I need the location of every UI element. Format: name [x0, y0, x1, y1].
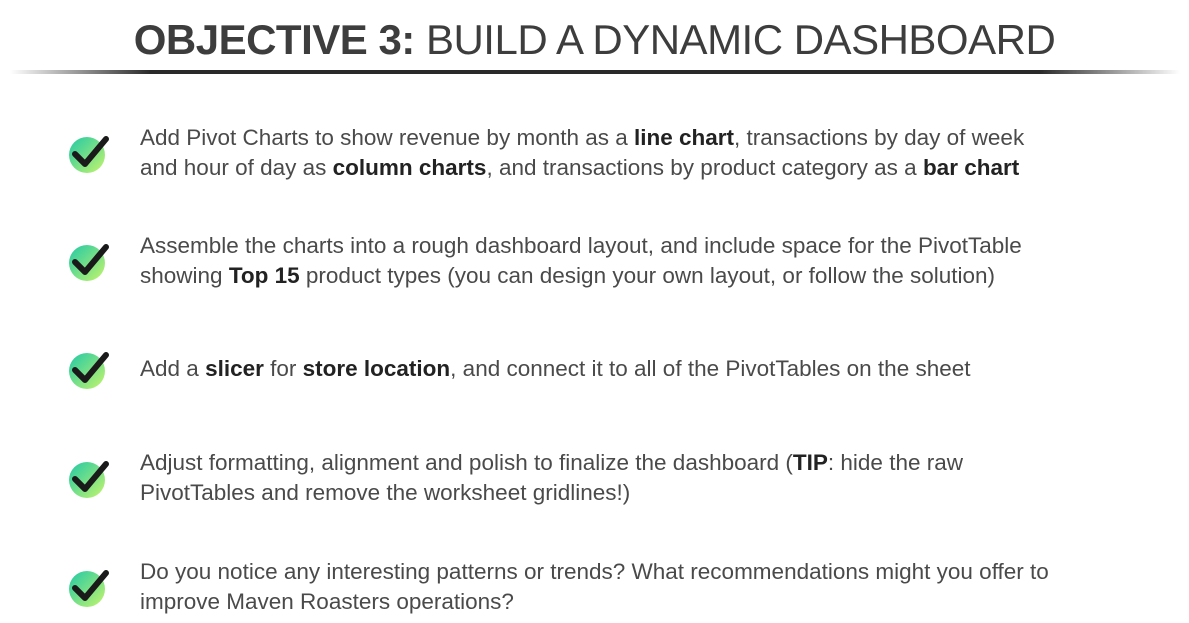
title-divider: [10, 70, 1180, 74]
text-run: Add Pivot Charts to show revenue by mont…: [140, 125, 635, 150]
check-icon: [69, 570, 109, 607]
emphasis-text: bar chart: [922, 155, 1020, 180]
title-text: BUILD A DYNAMIC DASHBOARD: [414, 16, 1056, 63]
objective-item-4: Adjust formatting, alignment and polish …: [66, 448, 1176, 508]
text-run: PivotTables and remove the worksheet gri…: [140, 480, 631, 505]
emphasis-text: TIP: [792, 450, 828, 475]
text-run: Adjust formatting, alignment and polish …: [140, 450, 793, 475]
objective-text: Add a slicer for store location, and con…: [140, 354, 971, 384]
objective-item-1: Add Pivot Charts to show revenue by mont…: [66, 123, 1176, 183]
text-run: Add a: [140, 356, 206, 381]
check-icon: [69, 244, 109, 281]
text-run: improve Maven Roasters operations?: [140, 589, 514, 614]
text-run: for: [263, 356, 303, 381]
text-run: Assemble the charts into a rough dashboa…: [140, 233, 1022, 258]
page-title: OBJECTIVE 3: BUILD A DYNAMIC DASHBOARD: [0, 14, 1189, 66]
title-objective-number: OBJECTIVE 3:: [133, 16, 416, 63]
objective-item-5: Do you notice any interesting patterns o…: [66, 557, 1176, 617]
text-run: showing: [140, 263, 229, 288]
text-run: , and connect it to all of the PivotTabl…: [450, 356, 971, 381]
check-icon: [69, 461, 109, 498]
text-run: , and transactions by product category a…: [486, 155, 923, 180]
emphasis-text: line chart: [634, 125, 735, 150]
text-run: and hour of day as: [140, 155, 333, 180]
emphasis-text: Top 15: [228, 263, 300, 288]
objective-text: Add Pivot Charts to show revenue by mont…: [140, 123, 1024, 183]
text-run: Do you notice any interesting patterns o…: [140, 559, 1049, 584]
emphasis-text: column charts: [332, 155, 487, 180]
objective-item-3: Add a slicer for store location, and con…: [66, 346, 1176, 392]
text-run: : hide the raw: [827, 450, 963, 475]
objective-text: Assemble the charts into a rough dashboa…: [140, 231, 1022, 291]
check-icon: [69, 136, 109, 173]
emphasis-text: slicer: [205, 356, 264, 381]
emphasis-text: store location: [302, 356, 451, 381]
objective-text: Do you notice any interesting patterns o…: [140, 557, 1049, 617]
check-icon: [69, 352, 109, 389]
objective-text: Adjust formatting, alignment and polish …: [140, 448, 963, 508]
text-run: product types (you can design your own l…: [299, 263, 996, 288]
objective-item-2: Assemble the charts into a rough dashboa…: [66, 231, 1176, 291]
text-run: , transactions by day of week: [734, 125, 1025, 150]
